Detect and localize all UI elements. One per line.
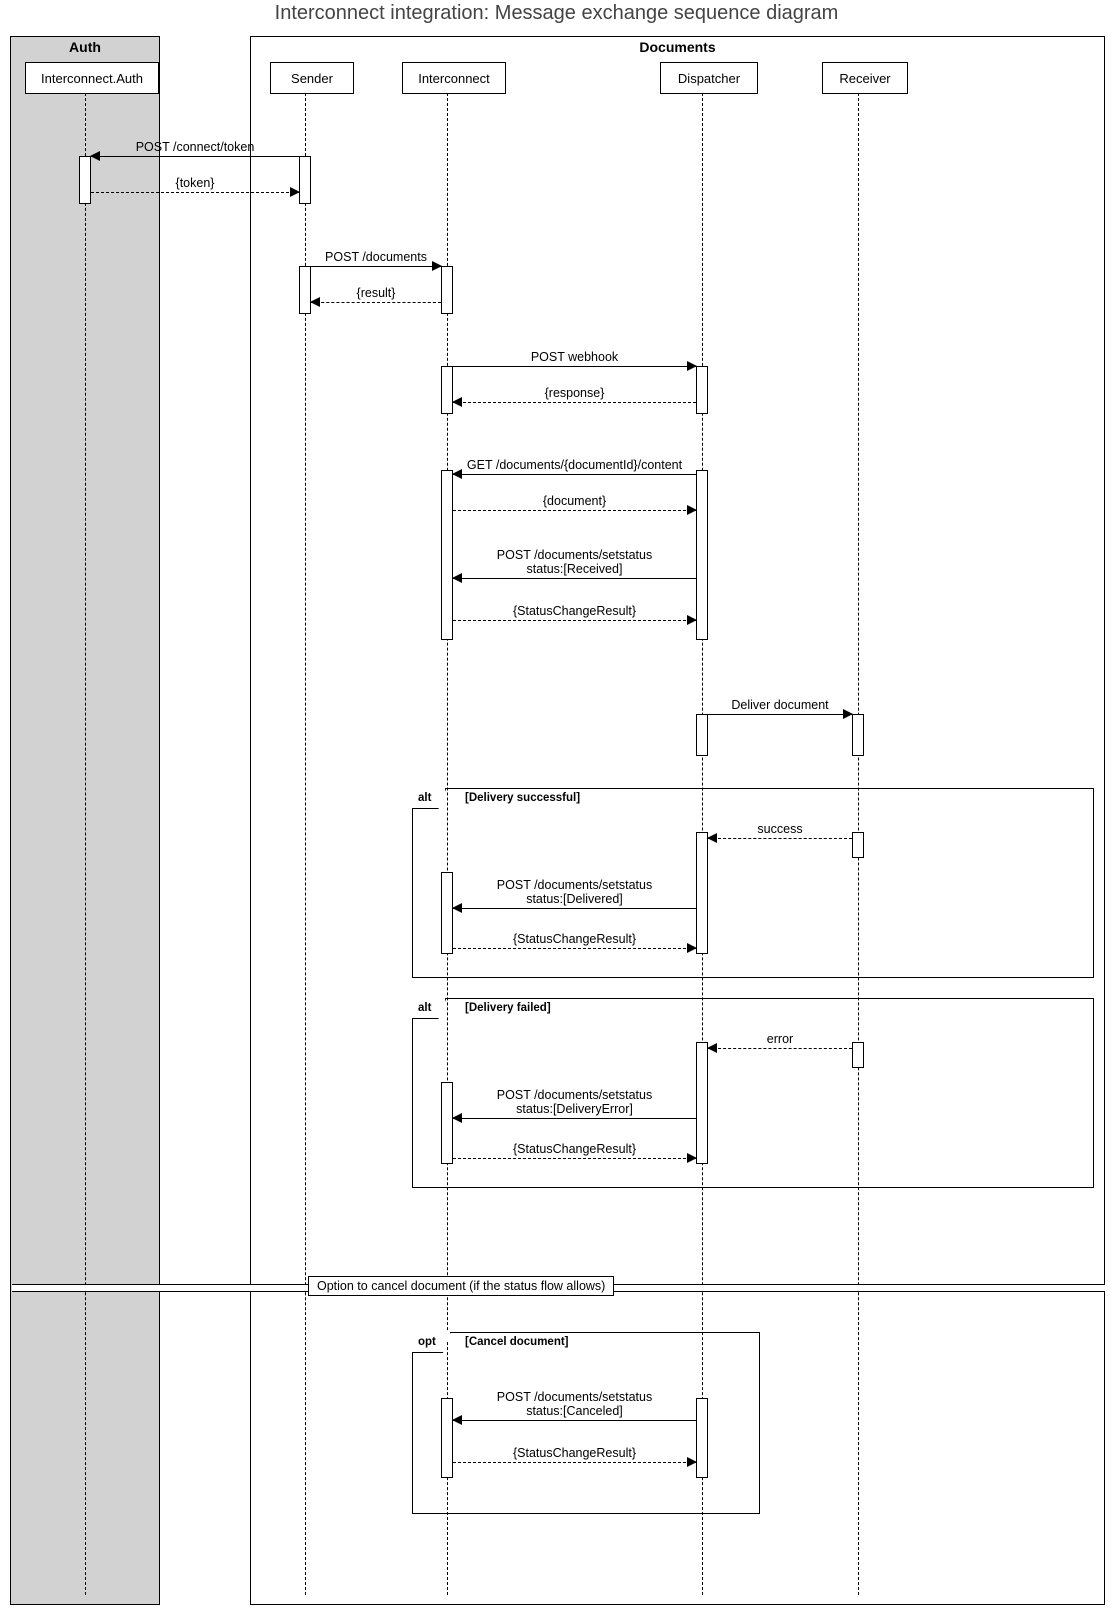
lifeline-auth	[85, 93, 86, 1595]
divider-text: Option to cancel document (if the status…	[308, 1276, 614, 1296]
activation-ic-3	[441, 470, 453, 640]
diagram-title: Interconnect integration: Message exchan…	[0, 2, 1113, 25]
activation-disp-6	[696, 1398, 708, 1478]
activation-disp-2	[696, 470, 708, 640]
frame-opt-cancel-tag: opt	[412, 1332, 451, 1353]
frame-alt-failed-guard: [Delivery failed]	[465, 1002, 551, 1014]
activation-sender-1	[299, 156, 311, 204]
activation-recv-1	[852, 714, 864, 756]
activation-auth-1	[79, 156, 91, 204]
participant-sender: Sender	[270, 62, 354, 94]
activation-ic-6	[441, 1398, 453, 1478]
participant-auth: Interconnect.Auth	[25, 62, 159, 94]
activation-disp-3	[696, 714, 708, 756]
activation-recv-3	[852, 1042, 864, 1068]
activation-ic-4	[441, 872, 453, 954]
frame-opt-cancel-guard: [Cancel document]	[465, 1336, 569, 1348]
activation-recv-2	[852, 832, 864, 858]
lane-auth-title: Auth	[11, 39, 159, 55]
participant-receiver: Receiver	[822, 62, 908, 94]
activation-disp-4	[696, 832, 708, 954]
lane-documents-title: Documents	[251, 39, 1104, 55]
frame-alt-success-guard: [Delivery successful]	[465, 792, 580, 804]
activation-disp-5	[696, 1042, 708, 1164]
participant-interconnect: Interconnect	[402, 62, 506, 94]
participant-dispatcher: Dispatcher	[660, 62, 758, 94]
sequence-diagram: Interconnect integration: Message exchan…	[0, 0, 1113, 1613]
frame-alt-success-tag: alt	[412, 788, 446, 809]
lifeline-sender	[305, 93, 306, 1595]
activation-disp-1	[696, 366, 708, 414]
frame-alt-failed-tag: alt	[412, 998, 446, 1019]
activation-ic-5	[441, 1082, 453, 1164]
activation-ic-1	[441, 266, 453, 314]
